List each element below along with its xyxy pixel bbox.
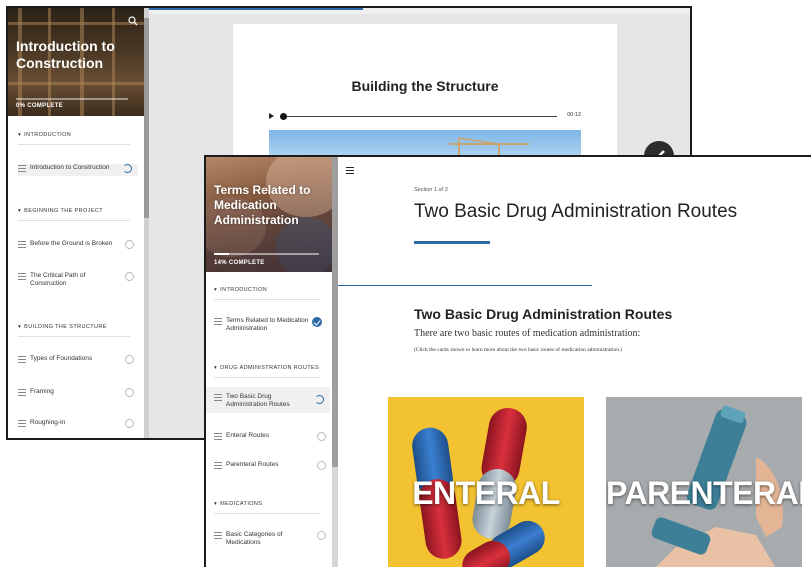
back-progress-bar [16, 98, 128, 100]
front-lesson-basic-categories[interactable]: Basic Categories of Medications [214, 531, 330, 549]
caret-down-icon: ▾ [18, 324, 22, 330]
front-section-introduction[interactable]: ▾ INTRODUCTION [214, 287, 267, 293]
back-lesson-critical-path[interactable]: The Critical Path of Construction [18, 272, 138, 290]
lesson-lines-icon [214, 394, 222, 403]
status-circle-icon [317, 432, 326, 441]
status-circle-icon [125, 419, 134, 428]
front-section-drug-administration-routes[interactable]: ▾ DRUG ADMINISTRATION ROUTES [214, 365, 319, 371]
front-course-sidebar: Terms Related to Medication Administrati… [206, 157, 332, 567]
menu-icon[interactable] [346, 167, 354, 176]
divider [18, 144, 130, 145]
lesson-title: Two Basic Drug Administration Routes [414, 201, 738, 222]
status-circle-icon [125, 355, 134, 364]
back-lesson-heading: Building the Structure [351, 78, 499, 94]
progress-spinner-icon [315, 395, 324, 404]
audio-track[interactable] [283, 116, 557, 117]
back-lesson-framing[interactable]: Framing [18, 388, 138, 398]
lesson-lines-icon [214, 532, 222, 541]
front-course-window: Terms Related to Medication Administrati… [204, 155, 811, 567]
status-circle-icon [125, 272, 134, 281]
front-section-medications[interactable]: ▾ MEDICATIONS [214, 501, 262, 507]
lesson-lines-icon [214, 318, 222, 327]
front-lesson-terms-related[interactable]: Terms Related to Medication Administrati… [214, 317, 330, 335]
caret-down-icon: ▾ [18, 132, 22, 138]
front-course-hero: Terms Related to Medication Administrati… [206, 157, 332, 272]
front-progress-fill [214, 253, 229, 255]
audio-scrubber[interactable] [280, 113, 287, 120]
progress-spinner-icon [123, 164, 132, 173]
lesson-lines-icon [18, 420, 26, 429]
back-course-title: Introduction to Construction [16, 38, 115, 71]
divider [214, 299, 320, 300]
caret-down-icon: ▾ [214, 365, 218, 371]
lesson-lines-icon [18, 273, 26, 282]
caret-down-icon: ▾ [214, 501, 218, 507]
back-lesson-before-the-ground-is-broken[interactable]: Before the Ground is Broken [18, 240, 138, 250]
divider [214, 377, 320, 378]
divider [18, 220, 130, 221]
lesson-lines-icon [18, 356, 26, 365]
back-lesson-introduction-to-construction[interactable]: Introduction to Construction [18, 164, 138, 176]
back-top-progress-bar [149, 8, 690, 14]
divider [214, 513, 320, 514]
divider [18, 336, 130, 337]
front-lesson-two-basic-routes[interactable]: Two Basic Drug Administration Routes [206, 387, 330, 413]
lesson-lines-icon [18, 389, 26, 398]
search-icon[interactable] [128, 16, 138, 26]
back-lesson-roughing-in[interactable]: Roughing-In [18, 419, 138, 429]
audio-time: 00:12 [567, 112, 581, 118]
parenteral-flip-card[interactable]: PARENTERAL [606, 397, 802, 567]
back-section-building-the-structure[interactable]: ▾ BUILDING THE STRUCTURE [18, 324, 107, 330]
front-lesson-content: Section 1 of 3 Two Basic Drug Administra… [338, 157, 811, 567]
title-underline [414, 241, 490, 244]
enteral-card-label: ENTERAL [412, 475, 560, 511]
back-lesson-types-of-foundations[interactable]: Types of Foundations [18, 355, 138, 365]
lesson-lines-icon [214, 462, 222, 471]
back-section-beginning-the-project[interactable]: ▾ BEGINNING THE PROJECT [18, 208, 103, 214]
front-lesson-enteral-routes[interactable]: Enteral Routes [214, 432, 330, 442]
content-intro: There are two basic routes of medication… [414, 328, 641, 339]
back-section-introduction[interactable]: ▾ INTRODUCTION [18, 132, 71, 138]
play-icon[interactable] [269, 113, 274, 119]
front-course-title: Terms Related to Medication Administrati… [214, 183, 311, 227]
content-instruction: (Click the cards shown to learn more abo… [414, 347, 623, 353]
front-progress-text: 14% COMPLETE [214, 260, 265, 266]
parenteral-card-label: PARENTERAL [606, 475, 802, 511]
status-circle-icon [317, 531, 326, 540]
content-heading: Two Basic Drug Administration Routes [414, 306, 673, 322]
status-circle-icon [317, 461, 326, 470]
screenshot-stage: Introduction to Construction 0% COMPLETE… [0, 0, 811, 567]
checkmark-icon [312, 317, 322, 327]
scrollbar-thumb[interactable] [144, 18, 149, 218]
caret-down-icon: ▾ [214, 287, 218, 293]
lesson-lines-icon [18, 165, 26, 174]
back-sidebar-scrollbar[interactable] [144, 8, 149, 438]
section-label: Section 1 of 3 [414, 187, 448, 193]
status-circle-icon [125, 240, 134, 249]
section-divider [338, 285, 592, 286]
front-lesson-parenteral-routes[interactable]: Parenteral Routes [214, 461, 330, 471]
back-progress-text: 0% COMPLETE [16, 103, 63, 109]
back-course-sidebar: Introduction to Construction 0% COMPLETE… [8, 8, 144, 438]
back-course-hero: Introduction to Construction 0% COMPLETE [8, 8, 144, 116]
front-progress-bar [214, 253, 319, 255]
enteral-flip-card[interactable]: ENTERAL [388, 397, 584, 567]
lesson-lines-icon [214, 433, 222, 442]
status-circle-icon [125, 388, 134, 397]
lesson-lines-icon [18, 241, 26, 250]
audio-player: 00:12 [269, 112, 581, 122]
caret-down-icon: ▾ [18, 208, 22, 214]
